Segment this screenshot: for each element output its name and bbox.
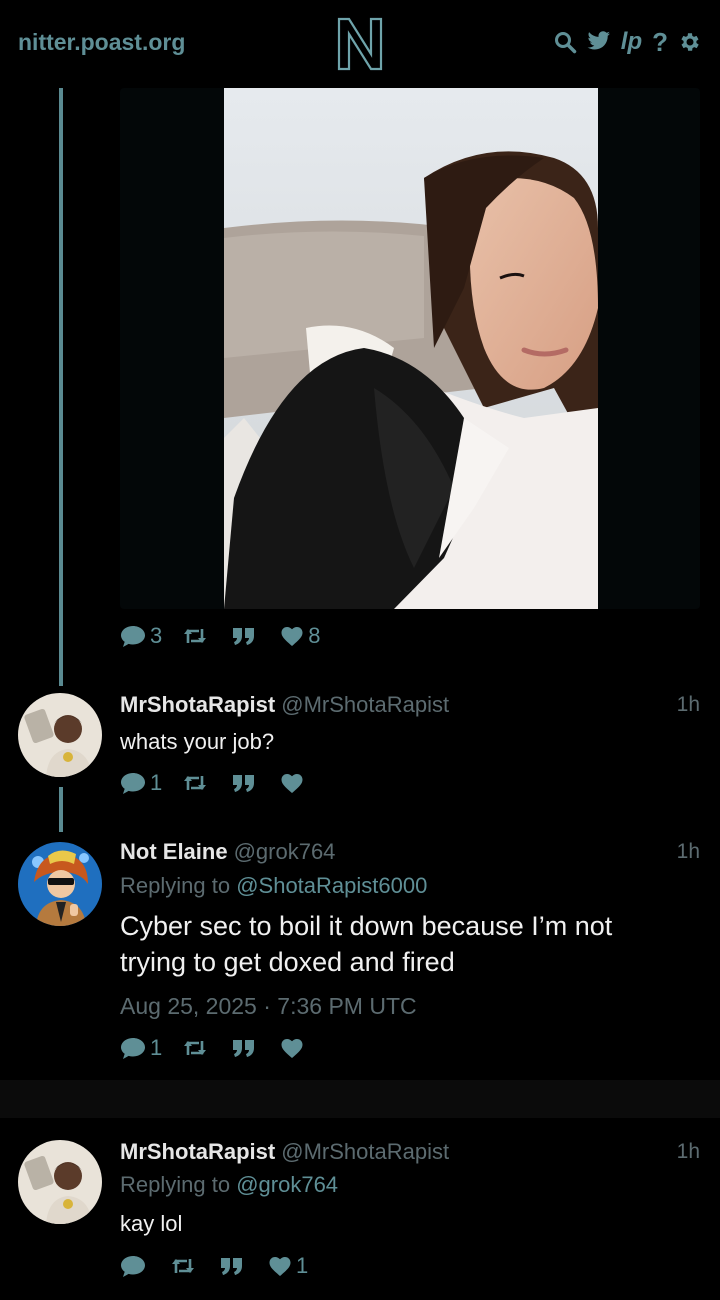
heart-icon — [281, 627, 303, 646]
replying-to-link[interactable]: @grok764 — [236, 1172, 338, 1197]
retweet-stat[interactable] — [182, 773, 212, 793]
display-name[interactable]: MrShotaRapist — [120, 692, 275, 717]
quote-icon — [221, 1258, 242, 1275]
quote-stat[interactable] — [220, 1256, 248, 1276]
twitter-bird-icon[interactable] — [587, 30, 611, 54]
tweet-text: Cyber sec to boil it down because I’m no… — [120, 911, 613, 977]
reply-stat[interactable]: 3 — [120, 623, 162, 649]
thread-separator — [0, 1080, 720, 1118]
help-icon[interactable]: ? — [652, 29, 668, 55]
tweet-stats: 1 — [120, 1253, 328, 1279]
tweet-time[interactable]: 1h — [677, 1140, 700, 1164]
site-name-link[interactable]: nitter.poast.org — [18, 29, 185, 56]
username[interactable]: @MrShotaRapist — [281, 1139, 449, 1164]
replying-to: Replying to @grok764 — [120, 1172, 339, 1197]
avatar[interactable] — [18, 842, 102, 926]
like-stat[interactable]: 1 — [268, 1253, 308, 1279]
tweet-stats: 3 8 — [120, 623, 341, 649]
search-icon[interactable] — [553, 30, 577, 54]
tweet-text: whats your job? — [120, 729, 275, 754]
username[interactable]: @MrShotaRapist — [281, 692, 449, 717]
tweet-stats: 1 — [120, 1035, 328, 1061]
settings-icon[interactable] — [678, 30, 702, 54]
reply-stat[interactable] — [120, 1254, 150, 1278]
display-name[interactable]: Not Elaine — [120, 839, 228, 864]
retweet-icon — [184, 629, 207, 643]
comment-icon — [121, 773, 145, 794]
quote-stat[interactable] — [232, 773, 260, 793]
replying-to-link[interactable]: @ShotaRapist6000 — [236, 873, 427, 898]
username[interactable]: @grok764 — [234, 839, 336, 864]
heart-icon — [281, 774, 303, 793]
tweet-media[interactable] — [120, 88, 700, 609]
reply-stat[interactable]: 1 — [120, 1035, 162, 1061]
quote-icon — [233, 1040, 255, 1057]
retweet-icon — [172, 1259, 194, 1273]
tweet-text: kay lol — [120, 1211, 183, 1236]
tweet-date[interactable]: Aug 25, 2025 · 7:36 PM UTC — [120, 993, 417, 1020]
display-name[interactable]: MrShotaRapist — [120, 1139, 275, 1164]
thread-line — [59, 88, 63, 686]
nitter-logo[interactable] — [336, 16, 384, 72]
retweet-stat[interactable] — [182, 1038, 212, 1058]
tweet-time[interactable]: 1h — [677, 840, 700, 864]
quote-icon — [233, 628, 255, 645]
like-stat[interactable]: 8 — [280, 623, 321, 649]
thread-line — [59, 787, 63, 832]
retweet-icon — [184, 776, 207, 790]
avatar[interactable] — [18, 1140, 102, 1224]
tweet-photo[interactable] — [224, 88, 598, 609]
quote-icon — [233, 775, 255, 792]
reply-stat[interactable]: 1 — [120, 770, 162, 796]
replying-to: Replying to @ShotaRapist6000 — [120, 873, 428, 898]
tweet-time[interactable]: 1h — [677, 693, 700, 717]
heart-icon — [269, 1257, 291, 1276]
retweet-stat[interactable] — [182, 626, 212, 646]
lp-icon[interactable]: lp — [621, 30, 642, 54]
like-stat[interactable] — [280, 772, 308, 794]
avatar[interactable] — [18, 693, 102, 777]
quote-stat[interactable] — [232, 1038, 260, 1058]
heart-icon — [281, 1039, 303, 1058]
comment-icon — [121, 1256, 145, 1277]
retweet-stat[interactable] — [170, 1256, 200, 1276]
comment-icon — [121, 626, 145, 647]
retweet-icon — [184, 1041, 207, 1055]
comment-icon — [121, 1038, 145, 1059]
like-stat[interactable] — [280, 1037, 308, 1059]
quote-stat[interactable] — [232, 626, 260, 646]
tweet-stats: 1 — [120, 770, 328, 796]
navbar: nitter.poast.org lp ? — [0, 0, 720, 88]
